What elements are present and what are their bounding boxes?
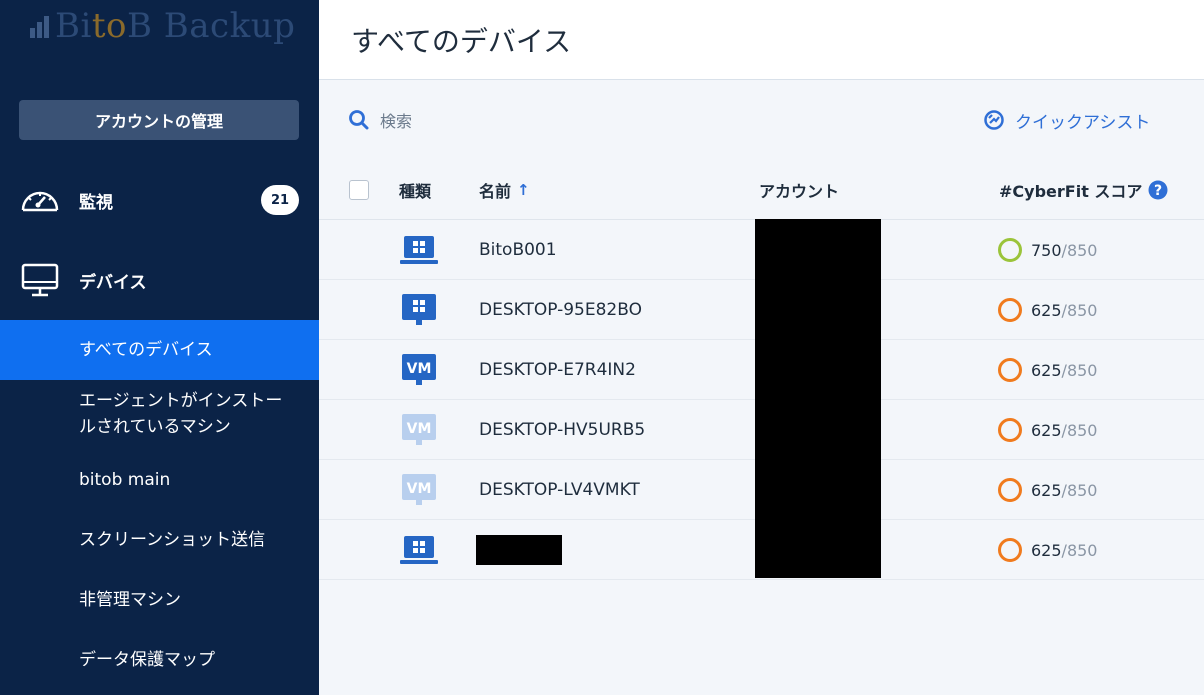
monitor-icon	[21, 263, 59, 297]
nav-monitor[interactable]: 監視 21	[0, 170, 319, 230]
score-ring-icon	[998, 358, 1022, 382]
nav-monitor-label: 監視	[79, 192, 113, 213]
laptop-icon	[400, 536, 438, 564]
svg-text:VM: VM	[407, 421, 432, 437]
device-name: DESKTOP-LV4VMKT	[479, 480, 640, 500]
column-cyberfit-score[interactable]: #CyberFit スコア ?	[999, 160, 1168, 220]
redacted-device-name	[476, 535, 562, 565]
device-name: DESKTOP-95E82BO	[479, 300, 642, 320]
sidebar-item-unmanaged-machines[interactable]: 非管理マシン	[0, 572, 319, 628]
table-header: 種類 名前 ↑ アカウント #CyberFit スコア ?	[319, 160, 1204, 220]
page-title: すべてのデバイス	[351, 25, 572, 58]
device-name: DESKTOP-HV5URB5	[479, 420, 646, 440]
nav-devices-label: デバイス	[79, 272, 147, 293]
search-icon	[349, 110, 369, 130]
monitor-count-badge: 21	[261, 185, 299, 215]
cyberfit-score: 750/850	[997, 220, 1097, 280]
laptop-icon	[400, 236, 438, 264]
logo-icon	[30, 14, 49, 38]
select-all-checkbox[interactable]	[349, 180, 369, 200]
speedometer-icon	[21, 191, 59, 212]
sidebar-item-data-protection-map[interactable]: データ保護マップ	[0, 632, 319, 688]
quick-assist-icon	[984, 110, 1004, 130]
quick-assist-button[interactable]: クイックアシスト	[983, 106, 1150, 134]
score-ring-icon	[998, 478, 1022, 502]
sidebar: BitoB Backup アカウントの管理 監視 21 デバイス すべてのデバイ…	[0, 0, 319, 695]
sidebar-item-all-devices[interactable]: すべてのデバイス	[0, 320, 319, 380]
cyberfit-score: 625/850	[997, 460, 1097, 520]
sort-ascending-icon: ↑	[517, 181, 530, 199]
search-placeholder: 検索	[380, 112, 413, 131]
device-name: DESKTOP-E7R4IN2	[479, 360, 636, 380]
score-ring-icon	[998, 238, 1022, 262]
svg-text:VM: VM	[407, 361, 432, 377]
vm-offline-icon: VM	[402, 414, 436, 445]
column-account[interactable]: アカウント	[759, 160, 839, 220]
score-ring-icon	[998, 538, 1022, 562]
search-input[interactable]: 検索	[348, 106, 412, 134]
brand-logo: BitoB Backup	[30, 4, 295, 48]
account-management-button[interactable]: アカウントの管理	[19, 100, 299, 140]
svg-text:?: ?	[1154, 183, 1162, 199]
svg-text:VM: VM	[407, 481, 432, 497]
nav-devices[interactable]: デバイス	[0, 250, 319, 310]
quick-assist-label: クイックアシスト	[1015, 112, 1151, 133]
sidebar-item-screenshot-send[interactable]: スクリーンショット送信	[0, 512, 319, 568]
sidebar-item-bitob-main[interactable]: bitob main	[0, 452, 319, 508]
score-ring-icon	[998, 418, 1022, 442]
redacted-account-column	[755, 219, 881, 578]
sidebar-item-agent-machines[interactable]: エージェントがインストールされているマシン	[0, 388, 319, 440]
device-name: BitoB001	[479, 240, 557, 260]
cyberfit-score: 625/850	[997, 340, 1097, 400]
desktop-icon	[402, 294, 436, 325]
column-name[interactable]: 名前 ↑	[479, 160, 530, 220]
cyberfit-score: 625/850	[997, 520, 1097, 580]
page-header: すべてのデバイス	[319, 0, 1204, 80]
cyberfit-score: 625/850	[997, 280, 1097, 340]
help-icon[interactable]: ?	[1148, 180, 1168, 200]
column-type[interactable]: 種類	[399, 160, 431, 220]
score-ring-icon	[998, 298, 1022, 322]
vm-offline-icon: VM	[402, 474, 436, 505]
cyberfit-score: 625/850	[997, 400, 1097, 460]
vm-icon: VM	[402, 354, 436, 385]
